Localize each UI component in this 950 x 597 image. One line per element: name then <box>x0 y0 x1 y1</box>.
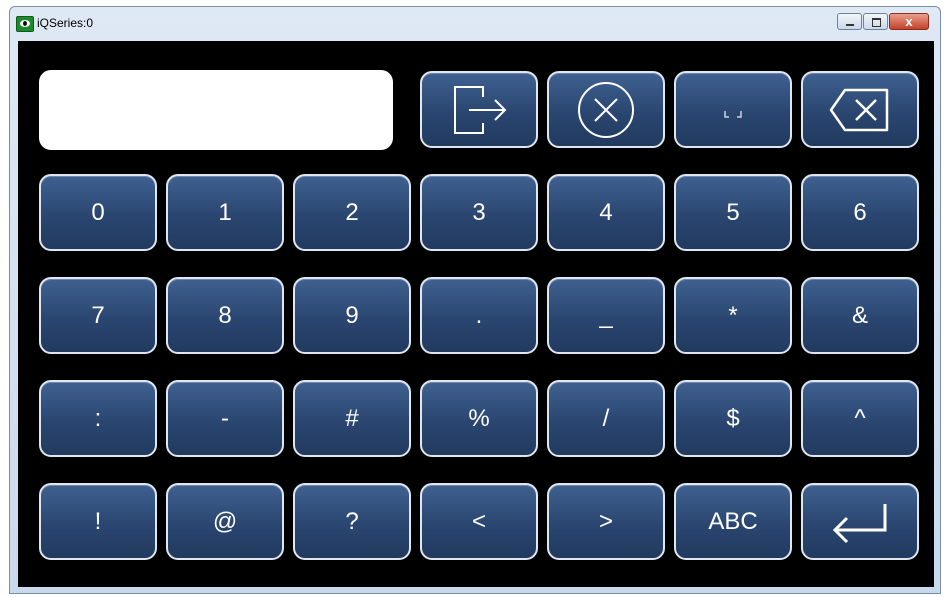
key-label: > <box>598 507 613 535</box>
abc-button[interactable]: ABC <box>674 483 792 560</box>
enter-button[interactable] <box>801 483 919 560</box>
key-label: ? <box>345 507 359 535</box>
window-title: iQSeries:0 <box>37 16 94 30</box>
key-label: ABC <box>708 507 758 535</box>
close-icon: x <box>905 14 913 29</box>
key-label: - <box>221 404 229 432</box>
space-button[interactable] <box>674 71 792 148</box>
key-question[interactable]: ? <box>293 483 411 560</box>
close-button[interactable]: x <box>889 13 929 30</box>
key-greater-than[interactable]: > <box>547 483 665 560</box>
key-label: _ <box>599 301 613 329</box>
key-label: 9 <box>345 301 359 329</box>
key-label: # <box>345 404 359 432</box>
key-label: 6 <box>853 198 867 226</box>
key-label: ! <box>94 507 102 535</box>
enter-icon <box>832 503 887 543</box>
key-less-than[interactable]: < <box>420 483 538 560</box>
key-label: 3 <box>472 198 486 226</box>
key-label: $ <box>726 404 740 432</box>
minimize-icon <box>846 24 854 26</box>
key-hash[interactable]: # <box>293 380 411 457</box>
key-label: . <box>475 301 483 329</box>
key-label: 0 <box>91 198 105 226</box>
key-3[interactable]: 3 <box>420 174 538 251</box>
key-colon[interactable]: : <box>39 380 157 457</box>
key-label: @ <box>212 507 238 535</box>
key-caret[interactable]: ^ <box>801 380 919 457</box>
key-hyphen[interactable]: - <box>166 380 284 457</box>
key-label: % <box>468 404 490 432</box>
key-9[interactable]: 9 <box>293 277 411 354</box>
key-5[interactable]: 5 <box>674 174 792 251</box>
key-label: * <box>728 301 738 329</box>
key-slash[interactable]: / <box>547 380 665 457</box>
key-percent[interactable]: % <box>420 380 538 457</box>
key-label: 2 <box>345 198 359 226</box>
exit-button[interactable] <box>420 71 538 148</box>
key-label: ^ <box>854 404 866 432</box>
key-1[interactable]: 1 <box>166 174 284 251</box>
key-4[interactable]: 4 <box>547 174 665 251</box>
backspace-button[interactable] <box>801 71 919 148</box>
key-exclamation[interactable]: ! <box>39 483 157 560</box>
key-label: < <box>471 507 486 535</box>
key-period[interactable]: . <box>420 277 538 354</box>
key-label: 8 <box>218 301 232 329</box>
app-eye-icon <box>16 16 34 32</box>
key-label: 1 <box>218 198 232 226</box>
title-bar[interactable]: iQSeries:0 x <box>10 7 940 41</box>
key-dollar[interactable]: $ <box>674 380 792 457</box>
key-label: 7 <box>91 301 105 329</box>
key-asterisk[interactable]: * <box>674 277 792 354</box>
backspace-icon <box>829 88 889 131</box>
key-8[interactable]: 8 <box>166 277 284 354</box>
clear-button[interactable] <box>547 71 665 148</box>
key-label: / <box>602 404 610 432</box>
entry-field[interactable] <box>39 70 393 150</box>
key-ampersand[interactable]: & <box>801 277 919 354</box>
key-7[interactable]: 7 <box>39 277 157 354</box>
keypad-panel: 0 1 2 3 4 5 6 7 8 9 . _ * & : - # % / $ … <box>18 41 934 587</box>
key-underscore[interactable]: _ <box>547 277 665 354</box>
exit-icon <box>454 85 507 134</box>
key-label: 5 <box>726 198 740 226</box>
key-at[interactable]: @ <box>166 483 284 560</box>
key-0[interactable]: 0 <box>39 174 157 251</box>
space-icon <box>724 110 742 118</box>
app-window: iQSeries:0 x 0 1 2 3 4 5 6 7 8 9 . _ * &… <box>9 6 941 594</box>
maximize-button[interactable] <box>863 13 888 30</box>
key-6[interactable]: 6 <box>801 174 919 251</box>
maximize-icon <box>872 18 881 27</box>
minimize-button[interactable] <box>837 13 862 30</box>
key-label: : <box>94 404 102 432</box>
key-2[interactable]: 2 <box>293 174 411 251</box>
clear-icon <box>578 81 634 138</box>
key-label: 4 <box>599 198 613 226</box>
key-label: & <box>851 301 868 329</box>
